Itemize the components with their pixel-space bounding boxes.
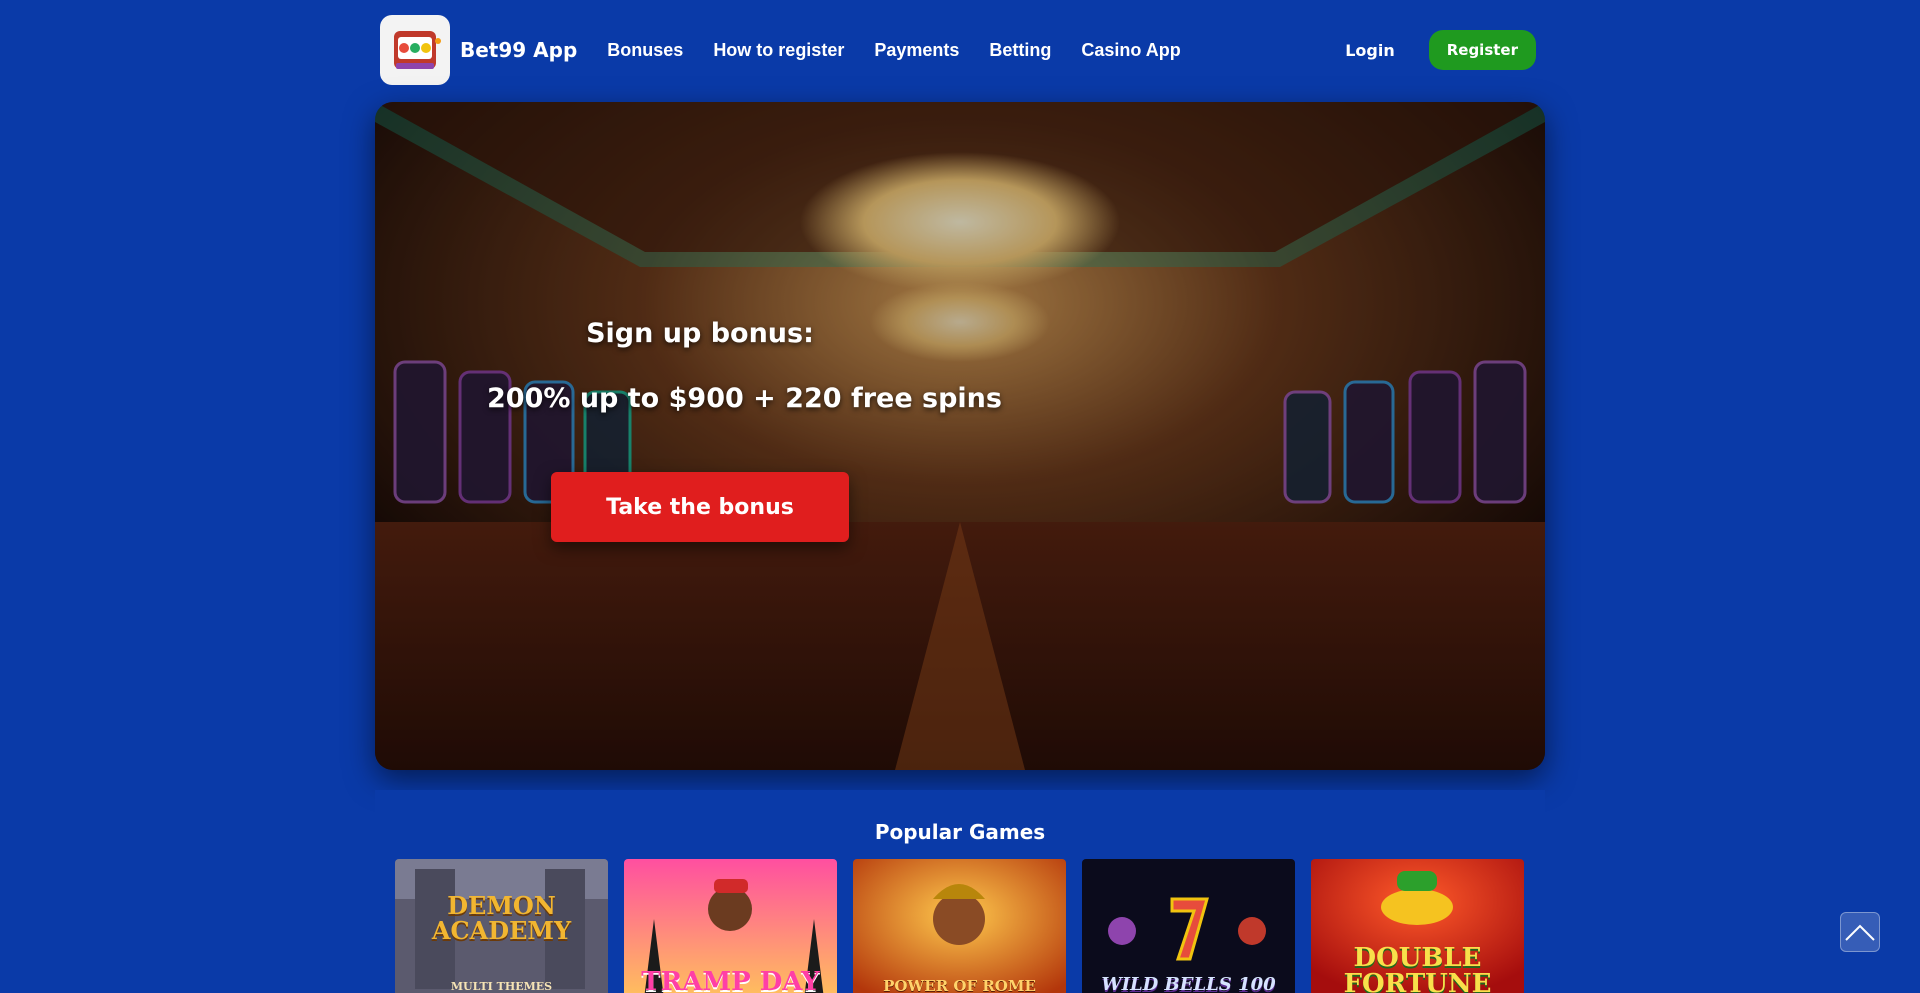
- game-title: DEMON ACADEMY: [431, 891, 572, 946]
- nav-item-casino-app[interactable]: Casino App: [1081, 40, 1180, 61]
- nav-item-betting[interactable]: Betting: [989, 40, 1051, 61]
- game-card-demon-academy[interactable]: DEMON ACADEMY MULTI THEMES: [395, 859, 608, 993]
- nav-item-how-to-register[interactable]: How to register: [713, 40, 844, 61]
- nav-item-payments[interactable]: Payments: [874, 40, 959, 61]
- popular-games-section: Popular Games DEMON ACADEMY MULTI THEMES: [375, 790, 1545, 993]
- chevron-up-icon: [1845, 924, 1875, 941]
- game-caption: MULTI THEMES: [450, 980, 553, 993]
- game-title: WILD BELLS 100: [1101, 974, 1276, 993]
- take-bonus-button[interactable]: Take the bonus: [551, 472, 849, 542]
- game-card-power-of-rome[interactable]: POWER OF ROME: [853, 859, 1066, 993]
- games-row: DEMON ACADEMY MULTI THEMES TRAMP DAY POW…: [395, 859, 1524, 993]
- game-title: DOUBLE FORTUNE: [1343, 943, 1492, 993]
- game-thumbnail: [1082, 859, 1295, 993]
- game-card-double-fortune[interactable]: DOUBLE FORTUNE: [1311, 859, 1524, 993]
- hero-banner: Sign up bonus: 200% up to $900 + 220 fre…: [375, 102, 1545, 770]
- slot-machine-logo-icon[interactable]: [380, 15, 450, 85]
- site-header: Bet99 App Bonuses How to register Paymen…: [380, 14, 1536, 86]
- hero-title: Sign up bonus:: [586, 318, 814, 349]
- hero-subtitle: 200% up to $900 + 220 free spins: [487, 383, 1002, 414]
- auth-buttons: Login Register: [1345, 30, 1536, 70]
- login-button[interactable]: Login: [1345, 41, 1395, 60]
- game-card-tramp-day[interactable]: TRAMP DAY: [624, 859, 837, 993]
- brand-name[interactable]: Bet99 App: [460, 38, 577, 62]
- game-card-wild-bells-100[interactable]: WILD BELLS 100: [1082, 859, 1295, 993]
- game-title: TRAMP DAY: [641, 967, 820, 993]
- nav-item-bonuses[interactable]: Bonuses: [607, 40, 683, 61]
- popular-games-title: Popular Games: [874, 820, 1046, 844]
- game-title: POWER OF ROME: [883, 977, 1036, 993]
- scroll-to-top-button[interactable]: [1840, 912, 1880, 952]
- hero-content: Sign up bonus: 200% up to $900 + 220 fre…: [487, 318, 1002, 542]
- game-thumbnail: [853, 859, 1066, 993]
- main-nav: Bonuses How to register Payments Betting…: [607, 40, 1180, 61]
- register-button[interactable]: Register: [1428, 30, 1536, 70]
